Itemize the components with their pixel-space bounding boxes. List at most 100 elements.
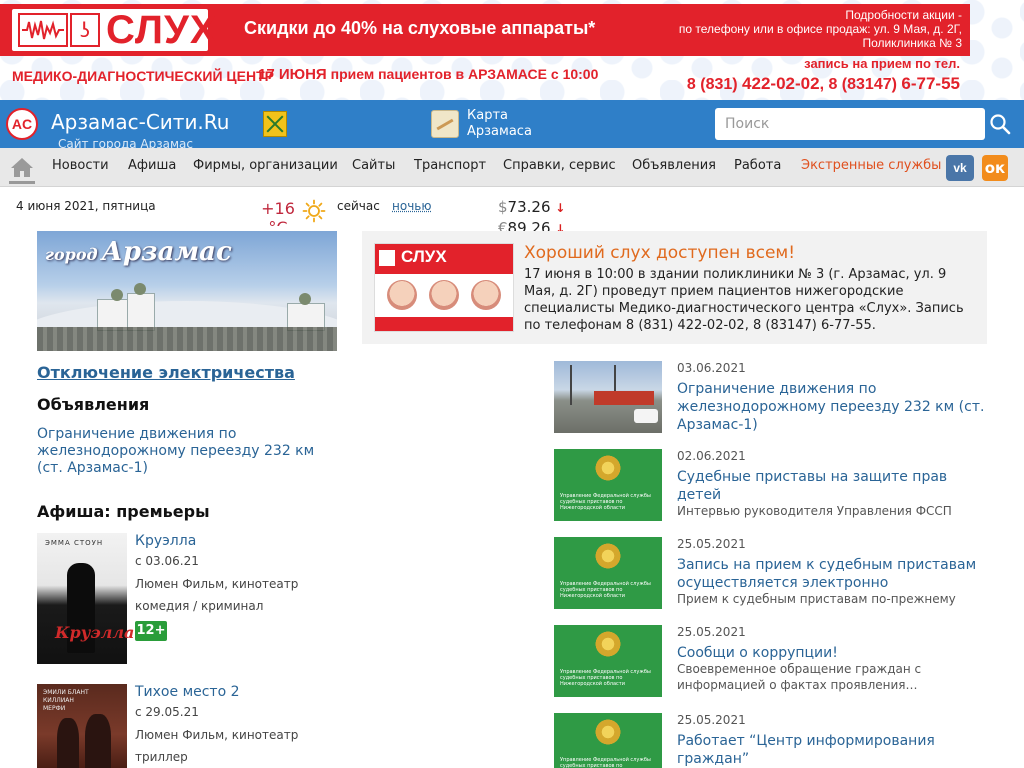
promo-image[interactable]: СЛУХ [374, 243, 514, 332]
ads-heading: Объявления [37, 395, 150, 414]
news-date: 03.06.2021 [677, 361, 746, 375]
news-thumbnail[interactable]: Управление Федеральной службы судебных п… [554, 537, 662, 609]
promo-title[interactable]: Хороший слух доступен всем! [524, 243, 795, 263]
movie-venue: Люмен Фильм, кинотеатр [135, 728, 299, 742]
news-thumbnail[interactable] [554, 361, 662, 433]
nav-news[interactable]: Новости [52, 158, 109, 173]
news-thumbnail[interactable]: Управление Федеральной службы судебных п… [554, 449, 662, 521]
eur-value: 89.26 [507, 219, 551, 231]
thumb-caption: Управление Федеральной службы судебных п… [560, 757, 651, 768]
usd-value: 73.26 [507, 198, 551, 216]
banner-sale-text: Скидки до 40% на слуховые аппараты* [244, 18, 596, 38]
news-title-link[interactable]: Запись на прием к судебным приставам осу… [677, 556, 992, 592]
banner-top-strip: ʖ СЛУХ Скидки до 40% на слуховые аппарат… [0, 4, 970, 56]
sound-wave-icon [18, 13, 68, 47]
nav-ads[interactable]: Объявления [632, 158, 716, 173]
emblem-icon [594, 629, 622, 659]
usd-symbol: $ [498, 198, 508, 216]
nav-afisha[interactable]: Афиша [128, 158, 176, 173]
site-title[interactable]: Арзамас-Сити.Ru [51, 110, 229, 134]
temperature-unit: °C [258, 218, 298, 226]
photo-dome [134, 283, 146, 295]
site-logo[interactable]: AC [6, 108, 38, 140]
promo-face [387, 280, 417, 310]
promo-image-header: СЛУХ [375, 244, 513, 274]
weather-night-link[interactable]: ночью [392, 199, 431, 213]
movie-genre: триллер [135, 750, 188, 764]
nav-transport[interactable]: Транспорт [414, 158, 486, 173]
poster-figure [85, 714, 111, 768]
banner-date-text: 17 ИЮНЯ прием пациентов в АРЗАМАСЕ с 10:… [258, 66, 598, 83]
main-nav: Новости Афиша Фирмы, организации Сайты Т… [0, 148, 1024, 187]
photo-dome [111, 289, 123, 301]
movie-date: с 03.06.21 [135, 554, 199, 568]
promo-logo-icon [379, 250, 395, 266]
current-date: 4 июня 2021, пятница [16, 199, 156, 213]
map-link-line: Карта [467, 108, 508, 123]
ads-item-link[interactable]: Ограничение движения по железнодорожному… [37, 426, 327, 477]
nav-emergency[interactable]: Экстренные службы [801, 158, 941, 173]
eur-symbol: € [498, 219, 508, 231]
news-date: 25.05.2021 [677, 625, 746, 639]
movie-poster[interactable]: ЭМИЛИ БЛАНТ КИЛЛИАН МЕРФИ [37, 684, 127, 768]
news-date: 02.06.2021 [677, 449, 746, 463]
home-icon[interactable] [9, 156, 35, 184]
promo-image-footer [375, 317, 513, 331]
movie-title-link[interactable]: Тихое место 2 [135, 684, 240, 700]
sun-icon [302, 199, 326, 223]
nav-jobs[interactable]: Работа [734, 158, 781, 173]
thumb-train [594, 391, 654, 405]
usd-rate: $73.26 ↓ [498, 198, 565, 216]
promo-image-brand: СЛУХ [401, 247, 447, 266]
movie-poster[interactable]: ЭММА СТОУН Круэлла [37, 533, 134, 664]
eur-rate: €89.26 ↓ [498, 219, 565, 231]
poster-actor: ЭММА СТОУН [45, 539, 104, 547]
poster-title: Круэлла [55, 623, 135, 642]
news-description: Своевременное обращение граждан с информ… [677, 662, 922, 692]
poster-figure [57, 718, 79, 768]
thumb-caption: Управление Федеральной службы судебных п… [560, 669, 651, 687]
banner-details-line: Подробности акции - [845, 8, 962, 22]
city-photo-banner[interactable]: город Арзамас [37, 231, 337, 351]
nav-sites[interactable]: Сайты [352, 158, 395, 173]
banner-phones: 8 (831) 422-02-02, 8 (83147) 6-77-55 [687, 74, 960, 94]
thumb-caption: Управление Федеральной службы судебных п… [560, 581, 651, 599]
coat-of-arms-icon[interactable] [263, 111, 287, 137]
search-icon[interactable] [988, 112, 1012, 136]
movie-title-link[interactable]: Круэлла [135, 533, 196, 549]
poster-actors: ЭМИЛИ БЛАНТ КИЛЛИАН МЕРФИ [43, 689, 89, 712]
promo-face [429, 280, 459, 310]
age-rating-badge: 12+ [135, 621, 167, 641]
ear-icon: ʖ [70, 13, 100, 47]
banner-details: Подробности акции - по телефону или в оф… [679, 8, 962, 50]
news-title-link[interactable]: Ограничение движения по железнодорожному… [677, 380, 992, 434]
movie-venue: Люмен Фильм, кинотеатр [135, 577, 299, 591]
news-date: 25.05.2021 [677, 537, 746, 551]
news-title-link[interactable]: Работает “Центр информирования граждан” [677, 732, 992, 768]
down-arrow-icon: ↓ [555, 201, 566, 215]
photo-trees [37, 327, 337, 351]
thumb-caption: Управление Федеральной службы судебных п… [560, 493, 651, 511]
emblem-icon [594, 541, 622, 571]
nav-services[interactable]: Справки, сервис [503, 158, 616, 173]
emblem-icon [594, 717, 622, 747]
news-thumbnail[interactable]: Управление Федеральной службы судебных п… [554, 625, 662, 697]
thumb-pole [570, 365, 572, 405]
down-arrow-icon: ↓ [555, 222, 566, 231]
vk-icon[interactable]: vk [946, 155, 974, 181]
map-icon[interactable] [431, 110, 459, 138]
city-map-link[interactable]: Карта Арзамаса [467, 108, 532, 140]
photo-building [127, 293, 155, 331]
movie-genre: комедия / криминал [135, 599, 264, 613]
news-title-link[interactable]: Судебные приставы на защите прав детей [677, 468, 992, 504]
nav-firms[interactable]: Фирмы, организации [193, 158, 338, 173]
ad-banner[interactable]: ʖ СЛУХ Скидки до 40% на слуховые аппарат… [0, 0, 1024, 100]
news-title-link[interactable]: Сообщи о коррупции! [677, 644, 992, 662]
search-input[interactable] [715, 108, 985, 140]
banner-brand: СЛУХ [106, 8, 218, 52]
odnoklassniki-icon[interactable]: ок [982, 155, 1008, 181]
news-description: Интервью руководителя Управления ФССП [677, 504, 952, 518]
power-outage-link[interactable]: Отключение электричества [37, 363, 295, 382]
emblem-icon [594, 453, 622, 483]
news-thumbnail[interactable]: Управление Федеральной службы судебных п… [554, 713, 662, 768]
